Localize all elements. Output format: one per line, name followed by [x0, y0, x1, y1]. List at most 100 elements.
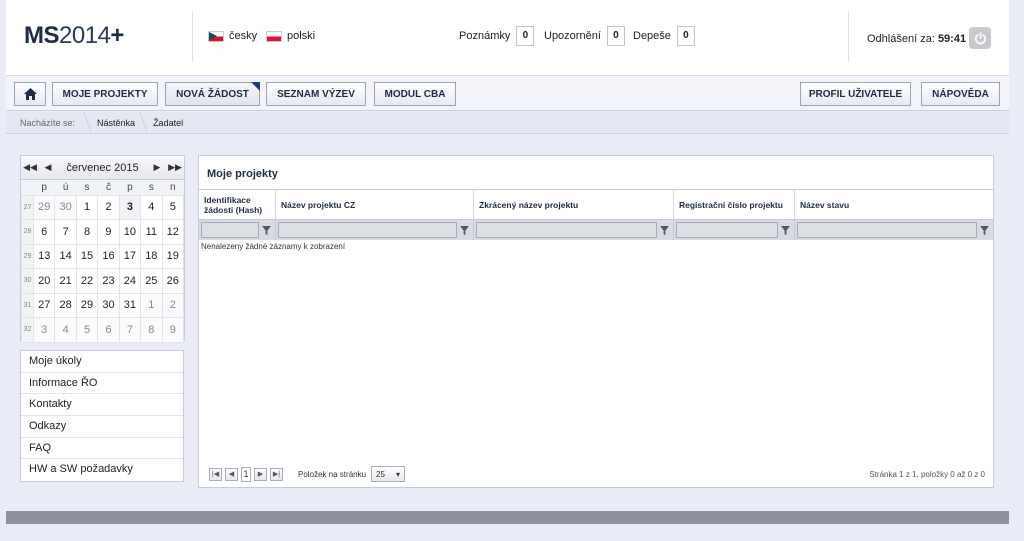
- breadcrumb-item-dashboard[interactable]: Nástěnka: [89, 118, 145, 128]
- calendar-day[interactable]: 25: [140, 268, 163, 294]
- calendar-day[interactable]: 29: [32, 194, 56, 220]
- next-year-icon[interactable]: ▶▶: [166, 157, 184, 179]
- calendar-day[interactable]: 4: [140, 194, 163, 220]
- calendar-day[interactable]: 14: [54, 243, 77, 269]
- column-header-project-name[interactable]: Název projektu CZ: [276, 190, 474, 219]
- week-number: 29: [21, 243, 34, 269]
- calendar-day[interactable]: 8: [75, 219, 99, 245]
- calendar-day[interactable]: 26: [161, 268, 185, 294]
- side-item-ro-info[interactable]: Informace ŘO: [21, 373, 183, 395]
- calendar-day[interactable]: 9: [161, 317, 185, 343]
- nav-cba-module[interactable]: MODUL CBA: [374, 82, 456, 106]
- side-item-my-tasks[interactable]: Moje úkoly: [21, 351, 183, 373]
- nav-calls-list[interactable]: SEZNAM VÝZEV: [266, 82, 366, 106]
- calendar-day[interactable]: 21: [54, 268, 77, 294]
- filter-hash-input[interactable]: [201, 222, 259, 238]
- calendar-day[interactable]: 13: [32, 243, 56, 269]
- calendar-day[interactable]: 30: [54, 194, 77, 220]
- nav-new-application[interactable]: NOVÁ ŽÁDOST: [165, 82, 260, 106]
- calendar-day[interactable]: 18: [140, 243, 163, 269]
- side-item-links[interactable]: Odkazy: [21, 416, 183, 438]
- calendar-day[interactable]: 27: [32, 292, 56, 318]
- logout-timer: Odhlášení za: 59:41: [867, 33, 966, 45]
- calendar-day[interactable]: 2: [161, 292, 185, 318]
- page-number-input[interactable]: 1: [241, 466, 251, 482]
- calendar-day[interactable]: 31: [118, 292, 142, 318]
- logout-button[interactable]: [969, 27, 991, 49]
- calendar-day[interactable]: 22: [75, 268, 99, 294]
- calendar-day[interactable]: 19: [161, 243, 185, 269]
- messages-counter[interactable]: Depeše 0: [633, 26, 695, 46]
- calendar-day[interactable]: 2: [97, 194, 120, 220]
- logo[interactable]: MS2014+: [24, 22, 124, 50]
- filter-registration-number: [674, 220, 795, 240]
- calendar-day[interactable]: 12: [161, 219, 185, 245]
- calendar-day[interactable]: 10: [118, 219, 142, 245]
- column-header-registration-number[interactable]: Registrační číslo projektu: [674, 190, 795, 219]
- filter-icon[interactable]: [977, 222, 991, 238]
- logout-timer-value: 59:41: [937, 33, 967, 45]
- prev-year-icon[interactable]: ◀◀: [21, 157, 39, 179]
- calendar-day[interactable]: 8: [140, 317, 163, 343]
- next-month-icon[interactable]: ▶: [148, 157, 166, 179]
- calendar-day[interactable]: 15: [75, 243, 99, 269]
- first-page-button[interactable]: |◀: [209, 467, 222, 481]
- column-header-status[interactable]: Název stavu: [795, 190, 993, 219]
- notes-count-badge: 0: [516, 26, 535, 46]
- calendar-day[interactable]: 30: [97, 292, 120, 318]
- filter-icon[interactable]: [259, 222, 273, 238]
- breadcrumb-item-applicant[interactable]: Žadatel: [145, 118, 193, 128]
- column-header-short-name[interactable]: Zkrácený název projektu: [474, 190, 674, 219]
- last-page-button[interactable]: ▶|: [270, 467, 283, 481]
- filter-icon[interactable]: [657, 222, 671, 238]
- calendar-day[interactable]: 17: [118, 243, 142, 269]
- calendar-day[interactable]: 1: [75, 194, 99, 220]
- side-item-faq[interactable]: FAQ: [21, 438, 183, 460]
- filter-status-input[interactable]: [797, 222, 977, 238]
- language-czech[interactable]: česky: [208, 30, 257, 42]
- calendar-day[interactable]: 7: [54, 219, 77, 245]
- column-header-hash[interactable]: Identifikace žádosti (Hash): [199, 190, 276, 219]
- filter-short-name-input[interactable]: [476, 222, 657, 238]
- language-polish-label: polski: [287, 30, 316, 42]
- calendar-day[interactable]: 23: [97, 268, 120, 294]
- calendar-day[interactable]: 6: [32, 219, 56, 245]
- panel-title: Moje projekty: [207, 168, 278, 180]
- calendar-day[interactable]: 5: [75, 317, 99, 343]
- calendar-month-title[interactable]: červenec 2015: [57, 162, 148, 174]
- prev-page-button[interactable]: ◀: [225, 467, 238, 481]
- filter-registration-number-input[interactable]: [676, 222, 778, 238]
- calendar-day[interactable]: 24: [118, 268, 142, 294]
- calendar-day[interactable]: 9: [97, 219, 120, 245]
- side-item-hw-sw-requirements[interactable]: HW a SW požadavky: [21, 459, 183, 481]
- calendar-day[interactable]: 1: [140, 292, 163, 318]
- week-number: 31: [21, 292, 34, 318]
- logo-year: 2014: [59, 22, 111, 49]
- notes-counter[interactable]: Poznámky 0: [459, 26, 535, 46]
- warnings-counter[interactable]: Upozornění 0: [544, 26, 625, 46]
- prev-month-icon[interactable]: ◀: [39, 157, 57, 179]
- calendar-day[interactable]: 3: [32, 317, 56, 343]
- filter-icon[interactable]: [457, 222, 471, 238]
- calendar-day[interactable]: 11: [140, 219, 163, 245]
- filter-icon[interactable]: [778, 222, 792, 238]
- calendar-day[interactable]: 29: [75, 292, 99, 318]
- per-page-select[interactable]: 25 ▾: [371, 466, 406, 482]
- calendar-day[interactable]: 6: [97, 317, 120, 343]
- calendar-day[interactable]: 5: [161, 194, 185, 220]
- nav-user-profile[interactable]: PROFIL UŽIVATELE: [800, 82, 911, 106]
- nav-my-projects[interactable]: MOJE PROJEKTY: [52, 82, 158, 106]
- calendar-day[interactable]: 28: [54, 292, 77, 318]
- next-page-button[interactable]: ▶: [254, 467, 267, 481]
- calendar-day[interactable]: 7: [118, 317, 142, 343]
- calendar-day[interactable]: 16: [97, 243, 120, 269]
- language-polish[interactable]: polski: [266, 30, 315, 42]
- filter-short-name: [474, 220, 674, 240]
- nav-help[interactable]: NÁPOVĚDA: [921, 82, 1000, 106]
- calendar-day[interactable]: 4: [54, 317, 77, 343]
- filter-project-name-input[interactable]: [278, 222, 457, 238]
- home-button[interactable]: [14, 82, 46, 106]
- side-item-contacts[interactable]: Kontakty: [21, 394, 183, 417]
- calendar-day-today[interactable]: 3: [118, 194, 142, 220]
- calendar-day[interactable]: 20: [32, 268, 56, 294]
